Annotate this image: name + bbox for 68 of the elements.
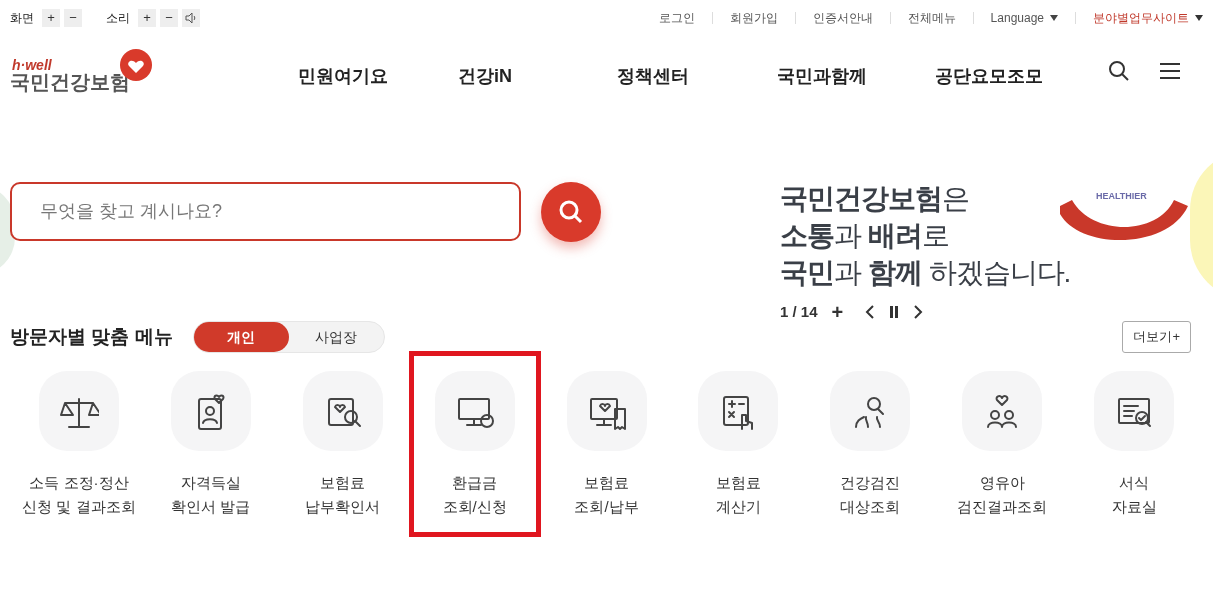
nav-link[interactable]: 건강iN — [458, 62, 617, 90]
menu-tile[interactable] — [566, 371, 647, 451]
menu-label: 자격득실 — [180, 473, 241, 493]
menu-label: 영유아 — [979, 473, 1025, 493]
menu-label: 조회/신청 — [442, 497, 507, 517]
slide-counter: 1 / 14 — [780, 302, 818, 322]
nav-link[interactable]: 정책센터 — [617, 62, 777, 90]
menu-label: 검진결과조회 — [957, 497, 1048, 517]
nav-link[interactable]: 민원여기요 — [298, 62, 458, 90]
caret-icon — [1195, 15, 1203, 21]
search-icon[interactable] — [1108, 60, 1130, 82]
nav-link[interactable]: 국민과함께 — [777, 62, 935, 90]
menu-label: 환급금 — [452, 473, 498, 493]
section-title: 방문자별 맞춤 메뉴 — [10, 324, 173, 349]
caret-icon — [1050, 15, 1058, 21]
menu-label: 보험료 — [584, 473, 629, 493]
previous-icon[interactable] — [865, 305, 876, 320]
speaker-icon[interactable] — [182, 9, 200, 27]
banner-text: 국민건강보험은 — [780, 182, 970, 216]
menu-label: 보험료 — [320, 473, 366, 493]
nav-link[interactable]: 공단요모조모 — [935, 62, 1055, 90]
more-button[interactable]: 더보기+ — [1122, 321, 1191, 353]
menu-label: 건강검진 — [840, 473, 901, 493]
menu-label: 계산기 — [715, 497, 761, 517]
dropdown-link[interactable]: 분야별업무사이트 — [1093, 9, 1203, 27]
top-link[interactable]: 전체메뉴 — [907, 9, 956, 27]
menu-label: 보험료 — [715, 473, 761, 493]
pause-icon[interactable] — [889, 306, 900, 319]
menu-tile[interactable] — [830, 371, 911, 451]
zoom-in-button[interactable]: + — [42, 9, 60, 27]
menu-label: 확인서 발급 — [171, 497, 251, 517]
menu-tile[interactable] — [302, 371, 383, 451]
menu-label: 신청 및 결과조회 — [22, 497, 136, 517]
ribbon-label: HEALTHIER — [1096, 192, 1147, 201]
logo[interactable]: h·well 국민건강보험 — [10, 48, 160, 104]
menu-icon[interactable] — [1160, 62, 1180, 80]
banner-text: 국민과 함께 하겠습니다. — [780, 256, 1071, 290]
dropdown-link[interactable]: Language — [990, 9, 1058, 27]
top-link[interactable]: 로그인 — [658, 9, 695, 27]
volume-up-button[interactable]: + — [138, 9, 156, 27]
menu-label: 서식 — [1119, 473, 1150, 493]
menu-tile[interactable] — [1094, 371, 1175, 451]
top-link[interactable]: 인증서안내 — [812, 9, 873, 27]
menu-label: 소득 조정·정산 — [29, 473, 129, 493]
volume-down-button[interactable]: − — [160, 9, 178, 27]
menu-label: 자료실 — [1111, 497, 1157, 517]
menu-tile[interactable] — [962, 371, 1043, 451]
menu-tile[interactable] — [698, 371, 779, 451]
top-link[interactable]: 회원가입 — [729, 9, 778, 27]
slide-add-button[interactable]: + — [831, 302, 844, 323]
search-icon — [558, 199, 584, 225]
next-icon[interactable] — [913, 305, 924, 320]
tab[interactable]: 개인 — [193, 322, 289, 352]
menu-tile[interactable] — [434, 371, 515, 451]
logo-tagline: h·well — [12, 58, 52, 72]
menu-label: 조회/납부 — [574, 497, 639, 517]
search-button[interactable] — [541, 182, 601, 242]
search-field[interactable]: 무엇을 찾고 계시나요? — [10, 182, 521, 241]
logo-name: 국민건강보험 — [10, 72, 130, 92]
screen-zoom-label: 화면 — [10, 10, 34, 27]
sound-label: 소리 — [106, 10, 130, 27]
menu-label: 대상조회 — [840, 497, 901, 517]
zoom-out-button[interactable]: − — [64, 9, 82, 27]
menu-tile[interactable] — [170, 371, 251, 451]
banner-text: 소통과 배려로 — [780, 219, 950, 253]
menu-tile[interactable] — [38, 371, 119, 451]
menu-label: 납부확인서 — [305, 497, 381, 517]
tab[interactable]: 사업장 — [288, 322, 384, 352]
